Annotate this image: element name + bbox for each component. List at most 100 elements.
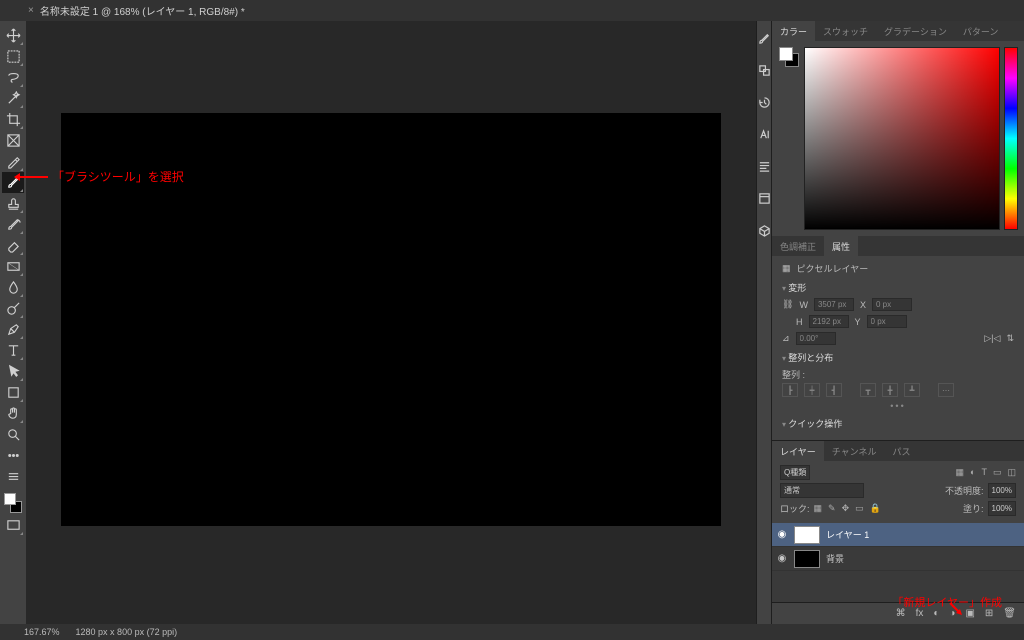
document-title: 名称未設定 1 @ 168% (レイヤー 1, RGB/8#) *: [40, 3, 245, 18]
pen-tool[interactable]: [2, 319, 24, 340]
visibility-icon[interactable]: ◉: [776, 529, 788, 540]
flip-h-icon[interactable]: ▷|◁: [984, 333, 1000, 344]
history-brush-tool[interactable]: [2, 214, 24, 235]
new-layer-icon[interactable]: ⊞: [985, 608, 993, 619]
hue-slider[interactable]: [1004, 47, 1018, 230]
x-input[interactable]: [872, 298, 912, 311]
filter-shape-icon[interactable]: ▭: [993, 467, 1002, 478]
transform-header[interactable]: 変形: [782, 281, 1014, 294]
eraser-tool[interactable]: [2, 235, 24, 256]
tab-paths[interactable]: パス: [884, 441, 918, 461]
blend-mode-select[interactable]: 通常: [780, 483, 864, 498]
type-tool[interactable]: [2, 340, 24, 361]
color-field[interactable]: [804, 47, 1000, 230]
fill-input[interactable]: 100%: [988, 501, 1016, 516]
character-panel-icon[interactable]: [757, 127, 771, 141]
layer-name[interactable]: レイヤー 1: [826, 528, 869, 541]
crop-tool[interactable]: [2, 109, 24, 130]
wand-tool[interactable]: [2, 88, 24, 109]
brush-tool[interactable]: [2, 172, 24, 193]
3d-panel-icon[interactable]: [757, 223, 771, 237]
color-panel-tabs: カラー スウォッチ グラデーション パターン: [772, 21, 1024, 41]
canvas-area[interactable]: [26, 21, 756, 624]
document-canvas[interactable]: [61, 113, 721, 526]
lock-brush-icon[interactable]: ✎: [828, 503, 836, 514]
visibility-icon[interactable]: ◉: [776, 553, 788, 564]
frame-tool[interactable]: [2, 130, 24, 151]
align-top[interactable]: ┳: [860, 383, 876, 397]
edit-toolbar[interactable]: [2, 466, 24, 487]
zoom-tool[interactable]: [2, 424, 24, 445]
more-dots[interactable]: •••: [782, 401, 1014, 411]
filter-image-icon[interactable]: ▦: [956, 467, 965, 478]
filter-adjust-icon[interactable]: ◐: [970, 467, 975, 478]
tab-adjustments[interactable]: 色調補正: [772, 236, 824, 256]
align-vcenter[interactable]: ╋: [882, 383, 898, 397]
hand-tool[interactable]: [2, 403, 24, 424]
height-input[interactable]: [809, 315, 849, 328]
shape-tool[interactable]: [2, 382, 24, 403]
lock-artboard-icon[interactable]: ▭: [855, 503, 864, 514]
foreground-color-swatch[interactable]: [4, 493, 16, 505]
layer-fx-icon[interactable]: fx: [916, 608, 924, 619]
opacity-input[interactable]: 100%: [988, 483, 1016, 498]
tab-patterns[interactable]: パターン: [955, 21, 1007, 41]
layer-row[interactable]: ◉ 背景: [772, 547, 1024, 571]
tab-swatches[interactable]: スウォッチ: [815, 21, 876, 41]
align-more[interactable]: ⋯: [938, 383, 954, 397]
layer-row[interactable]: ◉ レイヤー 1: [772, 523, 1024, 547]
path-select-tool[interactable]: [2, 361, 24, 382]
ellipsis-tool[interactable]: [2, 445, 24, 466]
filter-type-select[interactable]: Q種類: [780, 465, 810, 480]
brushes-panel-icon[interactable]: [757, 31, 771, 45]
tab-channels[interactable]: チャンネル: [824, 441, 885, 461]
properties-panel: ▦ピクセルレイヤー 変形 ⛓ W X H Y ⊿ ▷|◁ ⇅ 整列と分布 整列 …: [772, 256, 1024, 440]
screen-mode[interactable]: [2, 515, 24, 536]
document-tab[interactable]: × 名称未設定 1 @ 168% (レイヤー 1, RGB/8#) *: [20, 0, 253, 21]
eyedropper-tool[interactable]: [2, 151, 24, 172]
y-input[interactable]: [867, 315, 907, 328]
width-input[interactable]: [814, 298, 854, 311]
layer-thumbnail[interactable]: [794, 526, 820, 544]
link-layers-icon[interactable]: ⌘: [896, 608, 906, 619]
stamp-tool[interactable]: [2, 193, 24, 214]
zoom-level[interactable]: 167.67%: [24, 627, 60, 637]
link-wh-icon[interactable]: ⛓: [782, 299, 793, 310]
lasso-tool[interactable]: [2, 67, 24, 88]
lock-pos-icon[interactable]: ✥: [842, 503, 850, 514]
filter-type-icon[interactable]: T: [981, 467, 987, 478]
align-right[interactable]: ┫: [826, 383, 842, 397]
tab-properties[interactable]: 属性: [824, 236, 858, 256]
align-header[interactable]: 整列と分布: [782, 351, 1014, 364]
filter-smart-icon[interactable]: ◫: [1007, 467, 1016, 478]
adjustment-layer-icon[interactable]: ◑: [949, 608, 955, 619]
paragraph-panel-icon[interactable]: [757, 159, 771, 173]
tab-gradients[interactable]: グラデーション: [876, 21, 955, 41]
align-bottom[interactable]: ┻: [904, 383, 920, 397]
libraries-panel-icon[interactable]: [757, 191, 771, 205]
blur-tool[interactable]: [2, 277, 24, 298]
angle-input[interactable]: [796, 332, 836, 345]
tab-color[interactable]: カラー: [772, 21, 815, 41]
color-fg-bg[interactable]: [778, 47, 800, 230]
group-icon[interactable]: ▣: [965, 608, 974, 619]
close-icon[interactable]: ×: [28, 5, 34, 16]
foreground-background-colors[interactable]: [2, 491, 24, 515]
layer-mask-icon[interactable]: ◐: [933, 608, 939, 619]
clone-source-icon[interactable]: [757, 63, 771, 77]
quick-actions-header[interactable]: クイック操作: [782, 417, 1014, 430]
align-hcenter[interactable]: ┿: [804, 383, 820, 397]
layer-thumbnail[interactable]: [794, 550, 820, 568]
history-panel-icon[interactable]: [757, 95, 771, 109]
lock-pixels-icon[interactable]: ▦: [814, 503, 823, 514]
tab-layers[interactable]: レイヤー: [772, 441, 824, 461]
flip-v-icon[interactable]: ⇅: [1006, 333, 1014, 344]
delete-layer-icon[interactable]: 🗑: [1003, 608, 1016, 619]
move-tool[interactable]: [2, 25, 24, 46]
align-left[interactable]: ┣: [782, 383, 798, 397]
layer-name[interactable]: 背景: [826, 552, 844, 565]
marquee-tool[interactable]: [2, 46, 24, 67]
gradient-tool[interactable]: [2, 256, 24, 277]
lock-all-icon[interactable]: 🔒: [870, 503, 881, 514]
dodge-tool[interactable]: [2, 298, 24, 319]
